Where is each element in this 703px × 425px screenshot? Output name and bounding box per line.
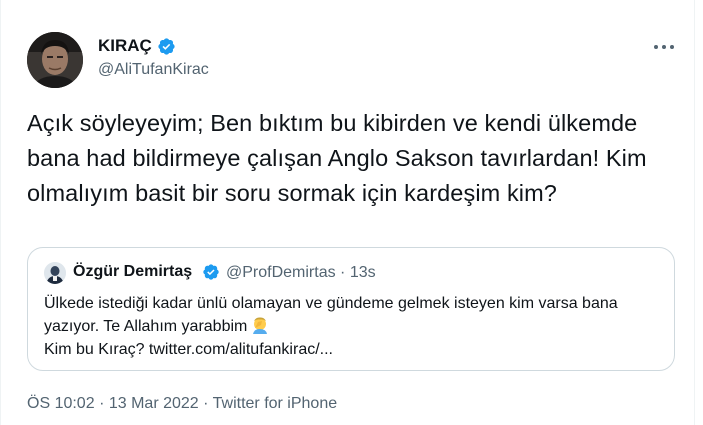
separator-dot: · xyxy=(340,264,346,281)
author-handle[interactable]: @AliTufanKirac xyxy=(98,61,209,79)
tweet-date[interactable]: 13 Mar 2022 xyxy=(109,395,199,412)
author-avatar[interactable] xyxy=(27,32,83,88)
quoted-tweet-card[interactable]: Özgür Demirtaş @ProfDemirtas · 13s Ülked… xyxy=(27,247,675,371)
tweet-source[interactable]: Twitter for iPhone xyxy=(213,395,338,412)
quoted-author-name[interactable]: Özgür Demirtaş xyxy=(73,263,192,281)
facepalm-emoji-icon xyxy=(253,317,268,334)
quoted-tweet-age[interactable]: 13s xyxy=(350,264,376,281)
tweet-meta: ÖS 10:02 · 13 Mar 2022 · Twitter for iPh… xyxy=(27,395,337,413)
profile-photo-icon xyxy=(44,262,66,284)
verified-badge-icon xyxy=(203,264,219,280)
separator-dot: · xyxy=(203,395,209,412)
quoted-text-line: yazıyor. Te Allahım yarabbim xyxy=(44,318,248,335)
author-name[interactable]: KIRAÇ xyxy=(98,36,152,56)
quoted-tweet-text: Ülkede istediği kadar ünlü olamayan ve g… xyxy=(44,292,664,361)
quoted-text-line-link[interactable]: Kim bu Kıraç? twitter.com/alitufankirac/… xyxy=(44,338,664,361)
quoted-text-line: Ülkede istediği kadar ünlü olamayan ve g… xyxy=(44,295,618,312)
quoted-author-avatar[interactable] xyxy=(44,262,66,284)
separator-dot: · xyxy=(99,395,105,412)
more-options-icon[interactable] xyxy=(651,38,677,56)
tweet-text: Açık söyleyeyim; Ben bıktım bu kibirden … xyxy=(27,110,647,206)
quoted-text-line-with-emoji: yazıyor. Te Allahım yarabbim xyxy=(44,315,664,338)
frame-border-right xyxy=(694,0,695,425)
verified-badge-icon xyxy=(158,38,175,55)
tweet-time[interactable]: ÖS 10:02 xyxy=(27,395,95,412)
quoted-author-handle-line: @ProfDemirtas · 13s xyxy=(226,264,376,282)
quoted-author-handle[interactable]: @ProfDemirtas xyxy=(226,264,336,281)
frame-border-left xyxy=(0,0,1,425)
profile-photo-icon xyxy=(27,32,83,88)
